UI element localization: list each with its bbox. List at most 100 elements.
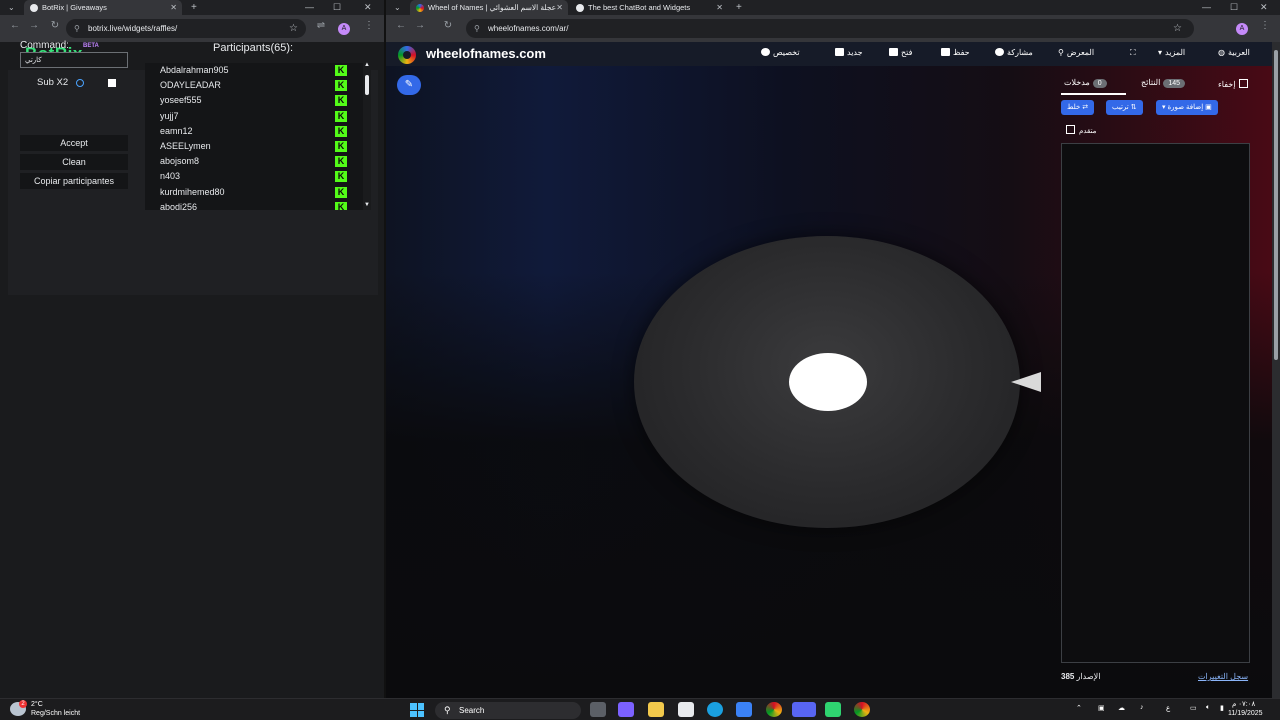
site-title[interactable]: wheelofnames.com (426, 46, 546, 61)
clean-button[interactable]: Clean (20, 154, 128, 170)
open-menu[interactable]: فتح (886, 48, 912, 57)
gallery-menu[interactable]: ⚲ المعرض (1058, 48, 1094, 57)
discord-icon[interactable] (792, 702, 816, 717)
hide-checkbox[interactable] (1239, 79, 1249, 88)
close-tab-icon[interactable]: ✕ (716, 0, 723, 15)
task-view-icon[interactable] (590, 702, 606, 717)
reload-icon[interactable]: ↻ (441, 20, 455, 31)
wheel-of-names-page: wheelofnames.com تخصيص جديد فتح حفظ مشار… (386, 42, 1280, 698)
browser-menu-icon[interactable]: ⋮ (1258, 20, 1272, 31)
minimize-icon[interactable]: — (1202, 0, 1211, 15)
new-tab-icon[interactable]: + (736, 0, 742, 15)
clock-date[interactable]: 11/19/2025 (1228, 710, 1263, 717)
minimize-icon[interactable]: — (305, 0, 314, 15)
profile-avatar[interactable]: A (1236, 23, 1248, 35)
sort-icon: ⇅ (1130, 104, 1137, 111)
forward-icon[interactable]: → (413, 20, 427, 31)
participants-scroll-thumb[interactable] (365, 75, 369, 95)
maximize-icon[interactable]: ☐ (333, 0, 341, 15)
fullscreen-button[interactable]: ⛶ (1130, 48, 1136, 58)
chrome-icon[interactable] (766, 702, 782, 717)
browser-menu-icon[interactable]: ⋮ (362, 20, 376, 31)
battery-icon[interactable]: ▮ (1220, 704, 1224, 712)
hide-toggle[interactable]: إخفاء (1218, 78, 1249, 89)
chrome-alt-icon[interactable] (854, 702, 870, 717)
file-explorer-icon[interactable] (648, 702, 664, 717)
maximize-icon[interactable]: ☐ (1230, 0, 1238, 15)
participants-list[interactable]: Abdalrahman905 K ODAYLEADAR Kyoseef555 Kyujj… (145, 63, 363, 210)
bookmark-star-icon[interactable]: ☆ (289, 19, 298, 38)
page-scroll-thumb[interactable] (1274, 50, 1278, 360)
reload-icon[interactable]: ↻ (48, 20, 62, 31)
close-tab-icon[interactable]: ✕ (170, 0, 177, 15)
info-icon[interactable] (76, 79, 84, 87)
clock-time[interactable]: ٠٧:٠٨ م (1232, 700, 1255, 708)
more-menu[interactable]: ▾ المزيد (1158, 48, 1185, 57)
entries-sidepanel: مدخلات 0 النتائج 145 إخفاء خلط ⇄ ترتيب ⇅ ▾… (1056, 72, 1256, 698)
command-input[interactable] (20, 52, 128, 68)
extensions-icon[interactable]: ⇌ (314, 20, 328, 31)
tab-search-chevron-icon[interactable]: ⌄ (394, 0, 401, 15)
store-icon[interactable] (678, 702, 694, 717)
microphone-icon[interactable]: ♪ (1140, 704, 1144, 711)
tab-entries[interactable]: مدخلات 0 (1064, 78, 1110, 88)
advanced-toggle[interactable]: متقدم (1066, 124, 1096, 135)
close-tab-icon[interactable]: ✕ (556, 0, 563, 15)
page-scrollbar[interactable] (1272, 42, 1280, 698)
share-menu[interactable]: مشاركة (992, 48, 1033, 57)
tab-search-chevron-icon[interactable]: ⌄ (8, 0, 15, 15)
back-icon[interactable]: ← (394, 20, 408, 31)
tab-wheel-of-names[interactable]: Wheel of Names | عجلة الاسم العشوائي ✕ (410, 0, 568, 15)
scroll-up-icon[interactable]: ▲ (364, 62, 370, 68)
hide-label: إخفاء (1218, 80, 1236, 89)
profile-avatar[interactable]: A (338, 23, 350, 35)
back-icon[interactable]: ← (8, 20, 22, 31)
entries-textbox[interactable] (1061, 143, 1250, 663)
sort-button[interactable]: ترتيب ⇅ (1106, 100, 1143, 115)
weather-description[interactable]: Reg/Schn leicht (31, 710, 80, 717)
changelog-link[interactable]: سجل التغييرات (1198, 672, 1248, 681)
taskbar-search[interactable]: ⚲ Search (435, 702, 581, 719)
volume-icon[interactable]: 🔈︎ (1206, 704, 1210, 712)
close-window-icon[interactable]: ✕ (1260, 0, 1268, 15)
shuffle-button[interactable]: خلط ⇄ (1061, 100, 1095, 115)
forward-icon[interactable]: → (27, 20, 41, 31)
wheel-logo-icon[interactable] (398, 46, 416, 64)
url-text: wheelofnames.com/ar/ (488, 24, 569, 33)
botrix-app-icon[interactable] (825, 702, 841, 717)
keyboard-language[interactable]: ع (1166, 704, 1170, 712)
add-image-button[interactable]: ▾ إضافة صورة ▣ (1156, 100, 1218, 115)
sub-x2-checkbox[interactable] (108, 79, 116, 87)
language-menu[interactable]: ◍ العربية (1218, 48, 1250, 57)
accept-button[interactable]: Accept (20, 135, 128, 151)
tray-chevron-up-icon[interactable]: ⌃ (1076, 704, 1082, 712)
bookmark-star-icon[interactable]: ☆ (1173, 19, 1182, 38)
edge-icon[interactable] (707, 702, 723, 717)
advanced-checkbox[interactable] (1066, 125, 1075, 134)
site-info-icon[interactable]: ⚲ (474, 19, 480, 38)
customize-menu[interactable]: تخصيص (758, 48, 800, 57)
new-menu[interactable]: جديد (832, 48, 863, 57)
edit-wheel-button[interactable]: ✎ (397, 75, 421, 95)
copilot-icon[interactable] (618, 702, 634, 717)
new-tab-icon[interactable]: + (191, 0, 197, 15)
wheel-center-hub[interactable] (789, 353, 867, 411)
mail-icon[interactable] (736, 702, 752, 717)
omnibox[interactable]: ⚲ wheelofnames.com/ar/ ☆ (466, 19, 1194, 38)
network-icon[interactable]: ▭ (1190, 704, 1197, 712)
tab-results[interactable]: النتائج 145 (1141, 78, 1188, 88)
tab-botrix-giveaways[interactable]: BotRix | Giveaways ✕ (24, 0, 182, 15)
tray-app-icon[interactable]: ▣ (1098, 704, 1105, 712)
close-window-icon[interactable]: ✕ (364, 0, 372, 15)
tab-botrix-chatbot[interactable]: The best ChatBot and Widgets ✕ (570, 0, 728, 15)
scroll-down-icon[interactable]: ▼ (364, 202, 370, 208)
site-info-icon[interactable]: ⚲ (74, 19, 80, 38)
copy-participants-button[interactable]: Copiar participantes (20, 173, 128, 189)
windows-start-icon[interactable] (410, 703, 424, 717)
results-label: النتائج (1141, 78, 1161, 87)
omnibox[interactable]: ⚲ botrix.live/widgets/raffles/ ☆ (66, 19, 306, 38)
chevron-down-icon: ▾ (1158, 48, 1163, 57)
cloud-icon[interactable]: ☁ (1118, 704, 1125, 712)
save-menu[interactable]: حفظ (938, 48, 970, 57)
weather-temperature[interactable]: 2°C (31, 701, 43, 708)
